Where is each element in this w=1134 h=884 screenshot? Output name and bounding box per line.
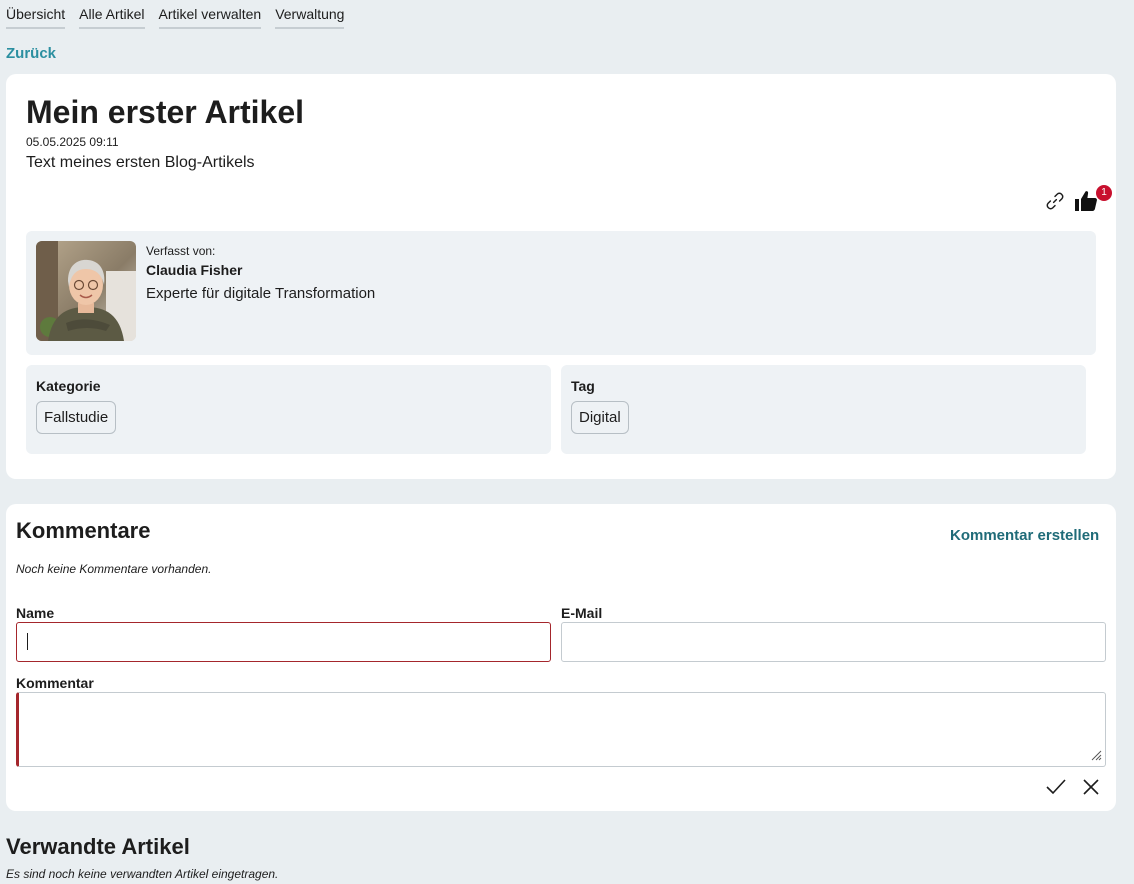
name-label: Name [16,605,55,621]
nav-item-verwaltung[interactable]: Verwaltung [275,6,345,29]
author-avatar [36,241,136,341]
no-comments-text: Noch keine Kommentare vorhanden. [16,562,212,576]
comments-title: Kommentare [16,518,151,543]
link-icon[interactable] [1044,190,1066,212]
author-box: Verfasst von: Claudia Fisher Experte für… [26,231,1096,355]
author-name: Claudia Fisher [146,262,243,278]
comment-label: Kommentar [16,675,94,691]
like-count-badge: 1 [1096,185,1112,201]
resize-grip-icon[interactable] [1090,749,1102,761]
checkmark-icon[interactable] [1045,777,1067,797]
related-articles-empty-text: Es sind noch keine verwandten Artikel ei… [6,867,279,881]
category-label: Kategorie [36,378,101,394]
tag-label: Tag [571,378,595,394]
article-date: 05.05.2025 09:11 [26,135,119,149]
text-caret [27,633,28,650]
email-label: E-Mail [561,605,603,621]
related-articles-title: Verwandte Artikel [6,834,190,859]
article-text: Text meines ersten Blog-Artikels [26,154,255,171]
tag-box: Tag Digital [561,365,1086,454]
author-role: Experte für digitale Transformation [146,285,376,302]
category-box: Kategorie Fallstudie [26,365,551,454]
comment-textarea[interactable] [16,692,1106,767]
back-link[interactable]: Zurück [6,45,56,62]
thumbs-up-icon[interactable] [1074,190,1098,212]
nav-item-artikel-verwalten[interactable]: Artikel verwalten [158,6,262,29]
author-by-label: Verfasst von: [146,244,216,258]
top-navigation: Übersicht Alle Artikel Artikel verwalten… [6,6,345,29]
category-chip[interactable]: Fallstudie [36,401,117,434]
email-input[interactable] [561,622,1106,662]
author-photo [36,241,136,341]
comments-card: Kommentare Kommentar erstellen Noch kein… [6,504,1116,811]
article-card: Mein erster Artikel 05.05.2025 09:11 Tex… [6,74,1116,479]
tag-chip[interactable]: Digital [571,401,629,434]
name-input[interactable] [16,622,551,662]
close-icon[interactable] [1082,778,1100,796]
nav-item-alle-artikel[interactable]: Alle Artikel [79,6,145,29]
article-title: Mein erster Artikel [26,94,305,130]
nav-item-uebersicht[interactable]: Übersicht [6,6,66,29]
create-comment-button[interactable]: Kommentar erstellen [950,527,1099,544]
